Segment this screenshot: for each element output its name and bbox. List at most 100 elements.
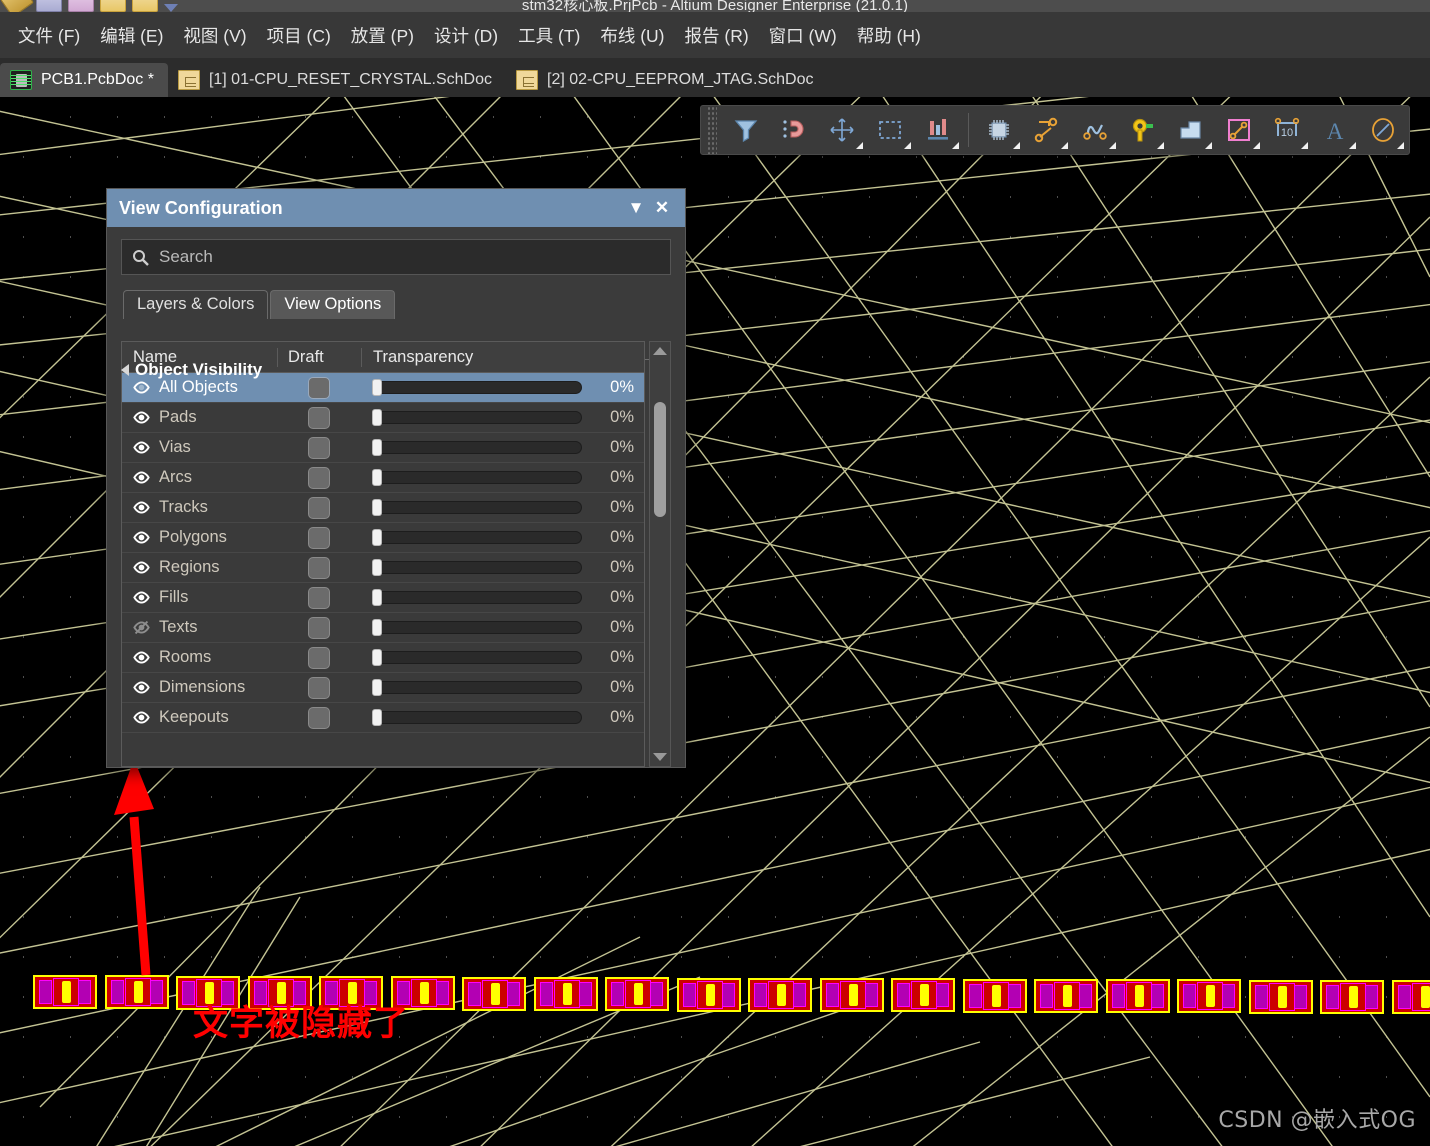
pcb-footprint[interactable] bbox=[1177, 979, 1241, 1014]
scroll-up-arrow-icon[interactable] bbox=[653, 347, 667, 355]
place-track-icon[interactable] bbox=[1024, 109, 1070, 151]
draft-checkbox[interactable] bbox=[308, 556, 330, 579]
menu-route[interactable]: 布线 (U) bbox=[590, 19, 674, 52]
pcb-footprint[interactable] bbox=[891, 978, 955, 1013]
document-tab[interactable]: [1] 01-CPU_RESET_CRYSTAL.SchDoc bbox=[168, 63, 506, 97]
eye-icon[interactable] bbox=[133, 679, 150, 696]
close-icon[interactable]: ✕ bbox=[649, 195, 675, 221]
eye-icon[interactable] bbox=[133, 439, 150, 456]
slider-thumb[interactable] bbox=[372, 589, 382, 606]
draft-checkbox[interactable] bbox=[308, 616, 330, 639]
chevron-down-icon[interactable]: ▼ bbox=[623, 195, 649, 221]
interactive-length-tuning-icon[interactable] bbox=[1072, 109, 1118, 151]
slider-thumb[interactable] bbox=[372, 679, 382, 696]
menu-tools[interactable]: 工具 (T) bbox=[508, 19, 590, 52]
slider-thumb[interactable] bbox=[372, 649, 382, 666]
place-string-icon[interactable]: A bbox=[1312, 109, 1358, 151]
transparency-slider[interactable] bbox=[372, 499, 582, 516]
slider-thumb[interactable] bbox=[372, 709, 382, 726]
draft-checkbox[interactable] bbox=[308, 466, 330, 489]
transparency-slider[interactable] bbox=[372, 409, 582, 426]
save-all-icon[interactable] bbox=[68, 0, 94, 12]
table-row[interactable]: Arcs 0% bbox=[122, 463, 644, 493]
draft-checkbox[interactable] bbox=[308, 526, 330, 549]
eye-icon[interactable] bbox=[133, 469, 150, 486]
slider-thumb[interactable] bbox=[372, 499, 382, 516]
menu-edit[interactable]: 编辑 (E) bbox=[90, 19, 173, 52]
table-row[interactable]: Tracks 0% bbox=[122, 493, 644, 523]
table-row[interactable]: Texts 0% bbox=[122, 613, 644, 643]
align-objects-icon[interactable] bbox=[915, 109, 961, 151]
transparency-slider[interactable] bbox=[372, 589, 582, 606]
transparency-slider[interactable] bbox=[372, 619, 582, 636]
column-header-draft[interactable]: Draft bbox=[277, 347, 361, 367]
draft-checkbox[interactable] bbox=[308, 586, 330, 609]
pcb-footprint[interactable] bbox=[605, 977, 669, 1012]
transparency-slider[interactable] bbox=[372, 559, 582, 576]
table-row[interactable]: Dimensions 0% bbox=[122, 673, 644, 703]
object-visibility-section-header[interactable]: Object Visibility bbox=[121, 360, 262, 380]
pcb-footprint[interactable] bbox=[1248, 979, 1313, 1014]
menu-design[interactable]: 设计 (D) bbox=[424, 19, 508, 52]
scrollbar-thumb[interactable] bbox=[654, 402, 666, 517]
pcb-footprint[interactable] bbox=[1320, 980, 1384, 1015]
collapse-triangle-icon[interactable] bbox=[121, 364, 129, 376]
magnet-snap-icon[interactable] bbox=[771, 109, 817, 151]
menu-project[interactable]: 项目 (C) bbox=[257, 19, 341, 52]
table-scrollbar[interactable] bbox=[649, 341, 671, 767]
draft-checkbox[interactable] bbox=[308, 436, 330, 459]
draft-checkbox[interactable] bbox=[308, 496, 330, 519]
menu-reports[interactable]: 报告 (R) bbox=[675, 19, 759, 52]
place-keepout-icon[interactable] bbox=[1216, 109, 1262, 151]
transparency-slider[interactable] bbox=[372, 649, 582, 666]
move-crosshair-icon[interactable] bbox=[819, 109, 865, 151]
tab-layers-colors[interactable]: Layers & Colors bbox=[123, 290, 269, 319]
eye-icon[interactable] bbox=[133, 709, 150, 726]
quick-access-toolbar[interactable] bbox=[0, 0, 230, 12]
eye-icon[interactable] bbox=[133, 499, 150, 516]
draft-checkbox[interactable] bbox=[308, 406, 330, 429]
selection-marquee-icon[interactable] bbox=[867, 109, 913, 151]
transparency-slider[interactable] bbox=[372, 439, 582, 456]
eye-icon[interactable] bbox=[133, 529, 150, 546]
menu-window[interactable]: 窗口 (W) bbox=[759, 19, 847, 52]
table-row[interactable]: Pads 0% bbox=[122, 403, 644, 433]
transparency-slider[interactable] bbox=[372, 469, 582, 486]
eye-icon[interactable] bbox=[133, 559, 150, 576]
place-dimension-icon[interactable]: 10 bbox=[1264, 109, 1310, 151]
tab-view-options[interactable]: View Options bbox=[270, 290, 396, 319]
menu-help[interactable]: 帮助 (H) bbox=[847, 19, 931, 52]
table-row[interactable]: Fills 0% bbox=[122, 583, 644, 613]
document-tab[interactable]: PCB1.PcbDoc * bbox=[0, 63, 168, 97]
pcb-footprint[interactable] bbox=[1105, 979, 1170, 1014]
slider-thumb[interactable] bbox=[372, 469, 382, 486]
open-folder-icon[interactable] bbox=[100, 0, 126, 12]
open-project-folder-icon[interactable] bbox=[132, 0, 158, 12]
draft-checkbox[interactable] bbox=[308, 376, 330, 399]
pcb-footprint[interactable] bbox=[676, 977, 741, 1012]
menu-file[interactable]: 文件 (F) bbox=[8, 19, 90, 52]
toolbar-overflow-caret-icon[interactable] bbox=[164, 4, 178, 12]
filter-icon[interactable] bbox=[723, 109, 769, 151]
scroll-down-arrow-icon[interactable] bbox=[653, 753, 667, 761]
slider-thumb[interactable] bbox=[372, 439, 382, 456]
pcb-footprint[interactable] bbox=[1391, 980, 1430, 1015]
pcb-footprint[interactable] bbox=[748, 977, 812, 1012]
place-component-icon[interactable] bbox=[976, 109, 1022, 151]
slider-thumb[interactable] bbox=[372, 559, 382, 576]
save-icon[interactable] bbox=[36, 0, 62, 12]
draft-checkbox[interactable] bbox=[308, 706, 330, 729]
slider-thumb[interactable] bbox=[372, 379, 382, 396]
table-row[interactable]: Rooms 0% bbox=[122, 643, 644, 673]
transparency-slider[interactable] bbox=[372, 679, 582, 696]
document-tab[interactable]: [2] 02-CPU_EEPROM_JTAG.SchDoc bbox=[506, 63, 827, 97]
slider-thumb[interactable] bbox=[372, 529, 382, 546]
pcb-footprint[interactable] bbox=[819, 978, 884, 1013]
table-row[interactable]: Keepouts 0% bbox=[122, 703, 644, 733]
table-row[interactable]: Polygons 0% bbox=[122, 523, 644, 553]
menu-place[interactable]: 放置 (P) bbox=[341, 19, 424, 52]
search-box[interactable] bbox=[121, 239, 671, 275]
pcb-tools-toolbar[interactable]: 10 A bbox=[700, 105, 1410, 155]
pcb-footprint[interactable] bbox=[104, 975, 169, 1010]
table-row[interactable]: Regions 0% bbox=[122, 553, 644, 583]
